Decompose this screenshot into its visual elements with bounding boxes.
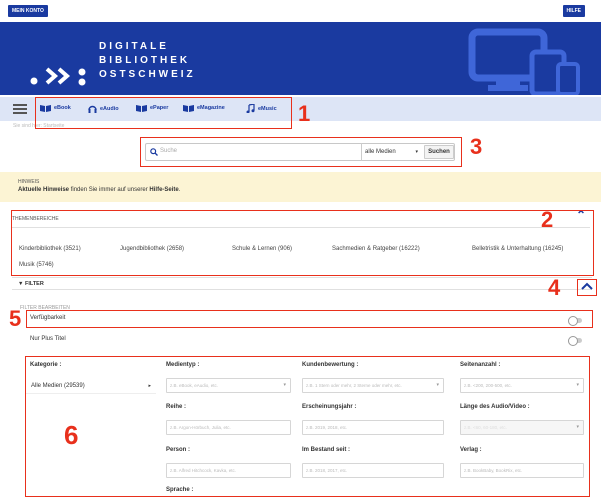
filter-label: ▼ FILTER [18, 281, 44, 287]
logo-line-2: BIBLIOTHEK [99, 55, 191, 66]
logo-wordmark[interactable]: DIGITALE BIBLIOTHEK OSTSCHWEIZ [99, 40, 196, 82]
header-banner: DIGITALE BIBLIOTHEK OSTSCHWEIZ [0, 22, 601, 95]
annotation-number-3: 3 [470, 134, 483, 159]
hint-middle: finden Sie immer auf unserer [69, 187, 150, 193]
hint-bold-prefix: Aktuelle Hinweise [18, 187, 70, 193]
hint-panel: HINWEIS Aktuelle Hinweise finden Sie imm… [0, 172, 601, 202]
filter-collapse-chevron-icon[interactable] [581, 282, 593, 290]
filter-header[interactable]: ▼ FILTER [12, 277, 592, 290]
annotation-box-2 [11, 210, 594, 276]
plus-titles-toggle[interactable] [568, 336, 582, 346]
annotation-box-1 [35, 97, 292, 129]
logo-line-1: DIGITALE [99, 41, 169, 52]
annotation-box-3 [140, 137, 462, 167]
annotation-number-4: 4 [548, 275, 561, 300]
help-page-link[interactable]: Hilfe-Seite [149, 187, 178, 193]
logo-line-3: OSTSCHWEIZ [99, 69, 196, 80]
my-account-button[interactable]: MEIN KONTO [8, 5, 48, 17]
hint-suffix: . [178, 187, 181, 193]
hint-title: HINWEIS [18, 179, 40, 185]
logo-arrows-icon [30, 67, 86, 86]
help-button[interactable]: HILFE [562, 5, 585, 17]
annotation-number-5: 5 [9, 306, 22, 331]
hint-text: Aktuelle Hinweise finden Sie immer auf u… [18, 187, 180, 193]
plus-titles-label: Nur Plus Titel [30, 336, 66, 342]
annotation-box-5 [26, 310, 593, 328]
devices-icon [468, 28, 580, 95]
filter-label-text: FILTER [24, 281, 44, 287]
annotation-box-6 [25, 356, 590, 497]
top-bar: MEIN KONTO HILFE [0, 0, 601, 22]
annotation-number-2: 2 [541, 207, 554, 232]
hamburger-menu-icon[interactable] [13, 104, 27, 114]
filter-funnel-icon: ▼ [18, 281, 24, 287]
annotation-number-6: 6 [64, 420, 79, 450]
annotation-number-1: 1 [298, 101, 311, 126]
